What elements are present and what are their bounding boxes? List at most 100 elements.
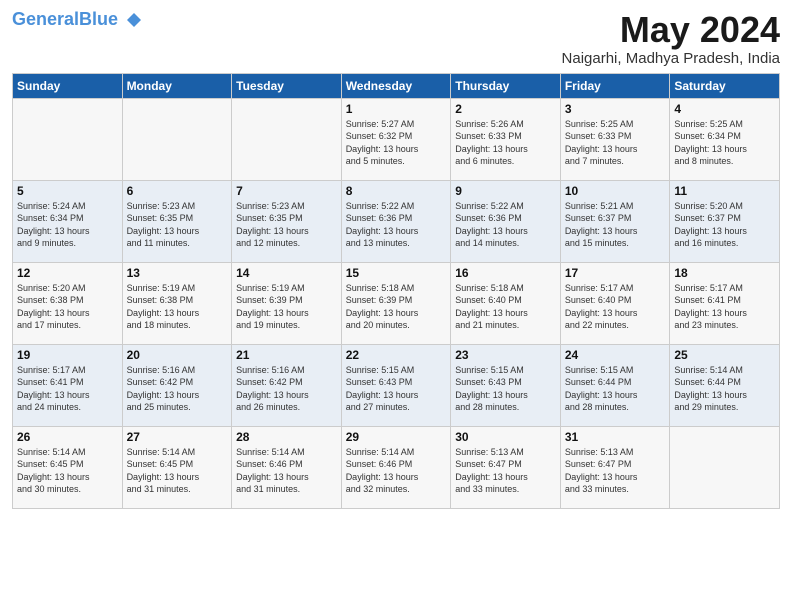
cell-info: Sunrise: 5:20 AM Sunset: 6:38 PM Dayligh…	[17, 282, 118, 332]
day-number: 28	[236, 430, 337, 444]
cell-info: Sunrise: 5:16 AM Sunset: 6:42 PM Dayligh…	[236, 364, 337, 414]
day-number: 17	[565, 266, 666, 280]
calendar-header-row: Sunday Monday Tuesday Wednesday Thursday…	[13, 73, 780, 98]
day-number: 23	[455, 348, 556, 362]
col-saturday: Saturday	[670, 73, 780, 98]
table-row: 8 Sunrise: 5:22 AM Sunset: 6:36 PM Daylig…	[341, 180, 451, 262]
col-sunday: Sunday	[13, 73, 123, 98]
table-row: 25 Sunrise: 5:14 AM Sunset: 6:44 PM Dayli…	[670, 344, 780, 426]
day-number: 7	[236, 184, 337, 198]
table-row: 17 Sunrise: 5:17 AM Sunset: 6:40 PM Dayli…	[560, 262, 670, 344]
day-number: 4	[674, 102, 775, 116]
day-number: 16	[455, 266, 556, 280]
cell-info: Sunrise: 5:23 AM Sunset: 6:35 PM Dayligh…	[236, 200, 337, 250]
table-row: 21 Sunrise: 5:16 AM Sunset: 6:42 PM Dayli…	[232, 344, 342, 426]
calendar-week-row: 19Sunrise: 5:17 AM Sunset: 6:41 PM Dayli…	[13, 344, 780, 426]
calendar-week-row: 5 Sunrise: 5:24 AM Sunset: 6:34 PM Daylig…	[13, 180, 780, 262]
table-row: 28 Sunrise: 5:14 AM Sunset: 6:46 PM Dayli…	[232, 426, 342, 508]
cell-info: Sunrise: 5:17 AM Sunset: 6:41 PM Dayligh…	[674, 282, 775, 332]
cell-info: Sunrise: 5:23 AM Sunset: 6:35 PM Dayligh…	[127, 200, 228, 250]
calendar-week-row: 26 Sunrise: 5:14 AM Sunset: 6:45 PM Dayli…	[13, 426, 780, 508]
day-number: 15	[346, 266, 447, 280]
day-number: 9	[455, 184, 556, 198]
cell-info: Sunrise: 5:17 AM Sunset: 6:40 PM Dayligh…	[565, 282, 666, 332]
table-row: 16Sunrise: 5:18 AM Sunset: 6:40 PM Dayli…	[451, 262, 561, 344]
table-row: 7 Sunrise: 5:23 AM Sunset: 6:35 PM Daylig…	[232, 180, 342, 262]
col-monday: Monday	[122, 73, 232, 98]
day-number: 10	[565, 184, 666, 198]
cell-info: Sunrise: 5:14 AM Sunset: 6:46 PM Dayligh…	[346, 446, 447, 496]
day-number: 24	[565, 348, 666, 362]
page-container: GeneralBlue May 2024 Naigarhi, Madhya Pr…	[0, 0, 792, 612]
cell-info: Sunrise: 5:20 AM Sunset: 6:37 PM Dayligh…	[674, 200, 775, 250]
day-number: 2	[455, 102, 556, 116]
day-number: 20	[127, 348, 228, 362]
cell-info: Sunrise: 5:18 AM Sunset: 6:39 PM Dayligh…	[346, 282, 447, 332]
table-row: 4Sunrise: 5:25 AM Sunset: 6:34 PM Daylig…	[670, 98, 780, 180]
header: GeneralBlue May 2024 Naigarhi, Madhya Pr…	[12, 10, 780, 67]
day-number: 25	[674, 348, 775, 362]
day-number: 12	[17, 266, 118, 280]
calendar-table: Sunday Monday Tuesday Wednesday Thursday…	[12, 73, 780, 509]
cell-info: Sunrise: 5:24 AM Sunset: 6:34 PM Dayligh…	[17, 200, 118, 250]
col-friday: Friday	[560, 73, 670, 98]
location: Naigarhi, Madhya Pradesh, India	[562, 50, 780, 67]
cell-info: Sunrise: 5:21 AM Sunset: 6:37 PM Dayligh…	[565, 200, 666, 250]
logo-blue: Blue	[79, 9, 118, 29]
logo-general: General	[12, 9, 79, 29]
table-row: 6Sunrise: 5:23 AM Sunset: 6:35 PM Daylig…	[122, 180, 232, 262]
title-section: May 2024 Naigarhi, Madhya Pradesh, India	[562, 10, 780, 67]
cell-info: Sunrise: 5:14 AM Sunset: 6:45 PM Dayligh…	[127, 446, 228, 496]
day-number: 21	[236, 348, 337, 362]
table-row: 18Sunrise: 5:17 AM Sunset: 6:41 PM Dayli…	[670, 262, 780, 344]
month-year: May 2024	[562, 10, 780, 50]
cell-info: Sunrise: 5:14 AM Sunset: 6:45 PM Dayligh…	[17, 446, 118, 496]
day-number: 11	[674, 184, 775, 198]
table-row	[670, 426, 780, 508]
cell-info: Sunrise: 5:15 AM Sunset: 6:43 PM Dayligh…	[455, 364, 556, 414]
cell-info: Sunrise: 5:14 AM Sunset: 6:44 PM Dayligh…	[674, 364, 775, 414]
table-row: 26 Sunrise: 5:14 AM Sunset: 6:45 PM Dayli…	[13, 426, 123, 508]
day-number: 1	[346, 102, 447, 116]
cell-info: Sunrise: 5:15 AM Sunset: 6:43 PM Dayligh…	[346, 364, 447, 414]
table-row: 15 Sunrise: 5:18 AM Sunset: 6:39 PM Dayli…	[341, 262, 451, 344]
col-tuesday: Tuesday	[232, 73, 342, 98]
table-row: 9Sunrise: 5:22 AM Sunset: 6:36 PM Daylig…	[451, 180, 561, 262]
table-row	[122, 98, 232, 180]
cell-info: Sunrise: 5:15 AM Sunset: 6:44 PM Dayligh…	[565, 364, 666, 414]
table-row: 31 Sunrise: 5:13 AM Sunset: 6:47 PM Dayli…	[560, 426, 670, 508]
cell-info: Sunrise: 5:26 AM Sunset: 6:33 PM Dayligh…	[455, 118, 556, 168]
table-row: 14 Sunrise: 5:19 AM Sunset: 6:39 PM Dayli…	[232, 262, 342, 344]
table-row	[13, 98, 123, 180]
day-number: 31	[565, 430, 666, 444]
day-number: 27	[127, 430, 228, 444]
table-row: 22Sunrise: 5:15 AM Sunset: 6:43 PM Dayli…	[341, 344, 451, 426]
day-number: 13	[127, 266, 228, 280]
calendar-week-row: 1 Sunrise: 5:27 AM Sunset: 6:32 PM Daylig…	[13, 98, 780, 180]
table-row: 19Sunrise: 5:17 AM Sunset: 6:41 PM Dayli…	[13, 344, 123, 426]
day-number: 8	[346, 184, 447, 198]
day-number: 30	[455, 430, 556, 444]
day-number: 26	[17, 430, 118, 444]
table-row: 10 Sunrise: 5:21 AM Sunset: 6:37 PM Dayli…	[560, 180, 670, 262]
day-number: 14	[236, 266, 337, 280]
day-number: 5	[17, 184, 118, 198]
col-thursday: Thursday	[451, 73, 561, 98]
cell-info: Sunrise: 5:13 AM Sunset: 6:47 PM Dayligh…	[565, 446, 666, 496]
table-row: 24 Sunrise: 5:15 AM Sunset: 6:44 PM Dayli…	[560, 344, 670, 426]
day-number: 3	[565, 102, 666, 116]
day-number: 19	[17, 348, 118, 362]
table-row: 1 Sunrise: 5:27 AM Sunset: 6:32 PM Daylig…	[341, 98, 451, 180]
logo: GeneralBlue	[12, 10, 143, 30]
table-row: 23 Sunrise: 5:15 AM Sunset: 6:43 PM Dayli…	[451, 344, 561, 426]
table-row: 29Sunrise: 5:14 AM Sunset: 6:46 PM Dayli…	[341, 426, 451, 508]
table-row: 20Sunrise: 5:16 AM Sunset: 6:42 PM Dayli…	[122, 344, 232, 426]
table-row: 13Sunrise: 5:19 AM Sunset: 6:38 PM Dayli…	[122, 262, 232, 344]
col-wednesday: Wednesday	[341, 73, 451, 98]
cell-info: Sunrise: 5:13 AM Sunset: 6:47 PM Dayligh…	[455, 446, 556, 496]
cell-info: Sunrise: 5:27 AM Sunset: 6:32 PM Dayligh…	[346, 118, 447, 168]
table-row: 11 Sunrise: 5:20 AM Sunset: 6:37 PM Dayli…	[670, 180, 780, 262]
cell-info: Sunrise: 5:14 AM Sunset: 6:46 PM Dayligh…	[236, 446, 337, 496]
cell-info: Sunrise: 5:22 AM Sunset: 6:36 PM Dayligh…	[346, 200, 447, 250]
cell-info: Sunrise: 5:19 AM Sunset: 6:39 PM Dayligh…	[236, 282, 337, 332]
